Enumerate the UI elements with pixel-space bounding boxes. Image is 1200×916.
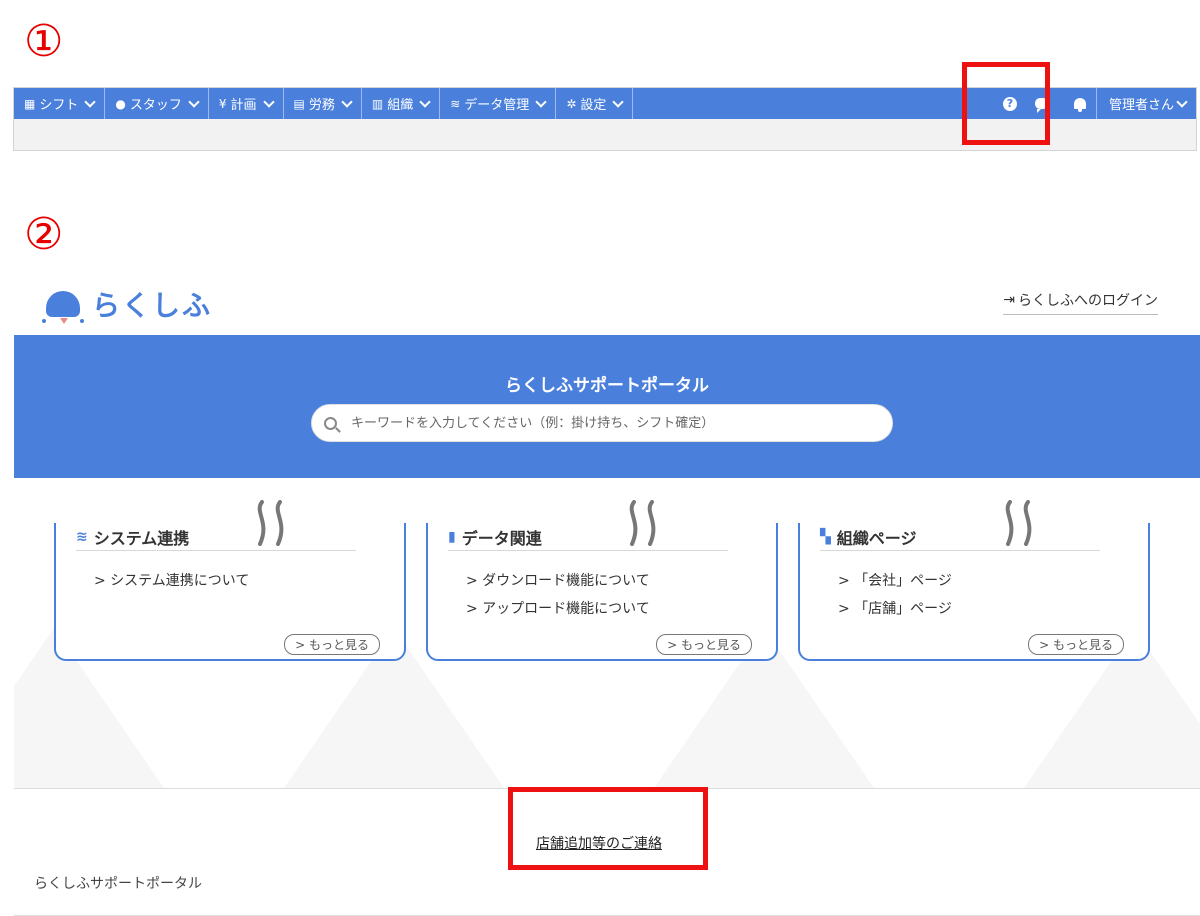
nav-settings-label: 設定 (580, 98, 607, 113)
portal-header: らくしふ ⇥ らくしふへのログイン (0, 276, 1200, 334)
category-card-system-integration: ≋ システム連携 > システム連携について > もっと見る (54, 523, 406, 661)
step-marker-one: ① (24, 16, 64, 67)
see-more-button[interactable]: > もっと見る (656, 634, 752, 655)
document-icon: ▤ (293, 96, 305, 111)
card-title[interactable]: データ関連 (462, 525, 542, 549)
hero-banner: らくしふサポートポータル (14, 335, 1200, 478)
building-icon: ▥ (371, 96, 384, 111)
database-icon: ≋ (450, 96, 461, 111)
bell-icon (1073, 98, 1086, 112)
notifications-button[interactable] (1064, 88, 1096, 119)
nav-staff-label: スタッフ (129, 98, 182, 113)
card-item-link[interactable]: > 「店舗」ページ (838, 595, 952, 623)
bookmark-icon: ▚ (820, 528, 831, 545)
card-item-link[interactable]: > ダウンロード機能について (466, 567, 650, 595)
nav-shift[interactable]: ▦ シフト (14, 88, 106, 119)
card-header: ▚ 組織ページ (820, 523, 1100, 551)
nav-data-management[interactable]: ≋ データ管理 (440, 88, 557, 119)
user-menu-label: 管理者さん (1108, 98, 1174, 113)
chevron-down-icon (188, 96, 200, 108)
card-item-link[interactable]: > 「会社」ページ (838, 567, 952, 595)
card-item-list: > システム連携について (94, 567, 249, 595)
nav-shift-label: シフト (39, 98, 79, 113)
see-more-button[interactable]: > もっと見る (284, 634, 380, 655)
login-icon: ⇥ (1003, 292, 1015, 308)
card-title[interactable]: 組織ページ (837, 525, 917, 549)
nav-labor-label: 労務 (308, 98, 335, 113)
card-header: ▮ データ関連 (448, 523, 728, 551)
omission-mark-icon (1005, 500, 1032, 546)
category-card-data: ▮ データ関連 > ダウンロード機能について > アップロード機能について > … (426, 523, 778, 661)
chevron-down-icon (341, 96, 353, 108)
chevron-down-icon (84, 96, 97, 108)
card-title[interactable]: システム連携 (94, 525, 190, 549)
nav-labor[interactable]: ▤ 労務 (284, 88, 362, 119)
nav-organization[interactable]: ▥ 組織 (362, 88, 441, 119)
see-more-button[interactable]: > もっと見る (1028, 634, 1124, 655)
search-input[interactable] (349, 414, 873, 432)
gear-icon: ✲ (566, 96, 577, 111)
search-icon (324, 416, 337, 430)
bird-logo-icon (42, 291, 84, 324)
card-item-list: > ダウンロード機能について > アップロード機能について (466, 567, 650, 623)
bar-chart-icon: ▮ (448, 528, 456, 545)
omission-mark-icon (629, 500, 656, 546)
portal-logo[interactable]: らくしふ (42, 284, 213, 324)
step-marker-two: ② (24, 209, 64, 260)
highlight-contact-link (508, 787, 708, 870)
nav-data-management-label: データ管理 (464, 98, 530, 113)
nav-settings[interactable]: ✲ 設定 (556, 88, 634, 119)
database-icon: ≋ (76, 528, 88, 545)
highlight-help-icons (962, 62, 1050, 145)
search-box[interactable] (311, 404, 893, 442)
logo-text: らくしふ (92, 289, 213, 322)
chevron-down-icon (535, 96, 547, 108)
card-item-list: > 「会社」ページ > 「店舗」ページ (838, 567, 952, 623)
yen-icon: ¥ (218, 96, 227, 111)
nav-plan[interactable]: ¥ 計画 (209, 88, 284, 119)
nav-staff[interactable]: ● スタッフ (105, 88, 209, 119)
user-menu[interactable]: 管理者さん (1095, 88, 1196, 119)
chevron-down-icon (262, 96, 275, 108)
card-item-link[interactable]: > システム連携について (94, 567, 249, 595)
calendar-icon: ▦ (24, 96, 36, 111)
login-link[interactable]: ⇥ らくしふへのログイン (1003, 290, 1158, 315)
card-item-link[interactable]: > アップロード機能について (466, 595, 650, 623)
category-card-organization: ▚ 組織ページ > 「会社」ページ > 「店舗」ページ > もっと見る (798, 523, 1150, 661)
footer-brand: らくしふサポートポータル (34, 876, 202, 892)
card-header: ≋ システム連携 (76, 523, 356, 551)
chevron-down-icon (419, 96, 431, 108)
omission-mark-icon (257, 500, 284, 546)
category-section: ≋ システム連携 > システム連携について > もっと見る ▮ データ関連 > … (14, 478, 1200, 788)
person-icon: ● (115, 96, 126, 111)
nav-plan-label: 計画 (230, 98, 257, 113)
chevron-down-icon (1176, 96, 1188, 108)
chevron-down-icon (612, 96, 625, 108)
hero-title: らくしふサポートポータル (505, 376, 709, 396)
login-link-label: らくしふへのログイン (1018, 293, 1158, 309)
nav-organization-label: 組織 (387, 98, 414, 113)
